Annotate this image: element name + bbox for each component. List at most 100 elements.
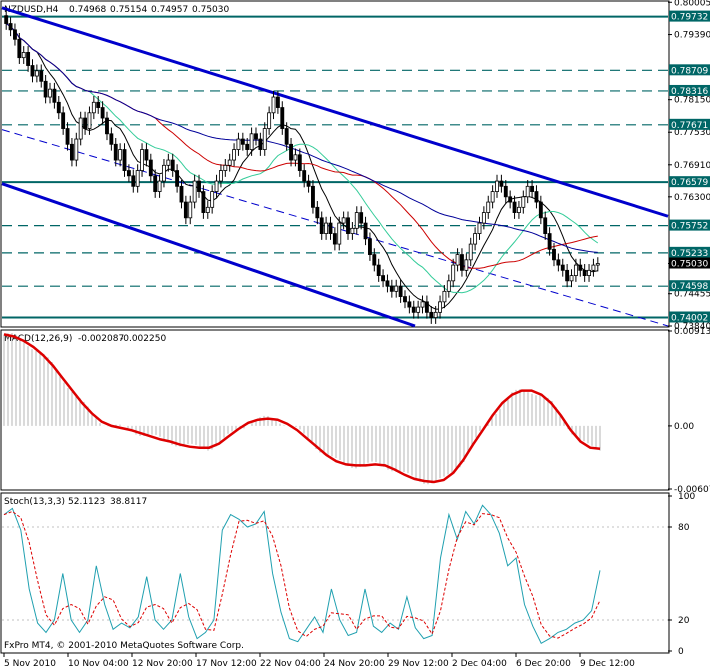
candle-body — [442, 290, 447, 303]
level-price-label: 0.74598 — [671, 282, 708, 292]
candle-body — [179, 185, 184, 203]
candle-body — [499, 180, 504, 187]
candle-body — [144, 149, 149, 161]
candle-body — [534, 191, 539, 203]
candle-body — [188, 201, 193, 219]
time-tick-label: 17 Nov 12:00 — [196, 659, 257, 669]
candle-body — [372, 254, 377, 266]
candle-body — [346, 217, 350, 234]
stoch-panel-frame — [0, 492, 670, 654]
candle-body — [100, 107, 105, 119]
candle-body — [302, 170, 307, 182]
time-tick-label: 29 Nov 12:00 — [388, 659, 449, 669]
candle-body — [218, 170, 223, 182]
candle-body — [240, 138, 245, 145]
candle-body — [13, 29, 17, 40]
time-tick-label: 24 Nov 20:00 — [324, 659, 385, 669]
candle-body — [367, 238, 372, 255]
candle-body — [293, 154, 298, 161]
footer-copyright: FxPro MT4, © 2001-2010 MetaQuotes Softwa… — [4, 641, 244, 651]
candle-body — [262, 128, 267, 150]
main-ohlc-low: 0.74957 — [151, 5, 188, 15]
candle-body — [341, 217, 346, 224]
candle-body — [477, 222, 482, 234]
candle-body — [420, 301, 425, 308]
main-ohlc-open: 0.74968 — [69, 5, 106, 15]
candle-body — [569, 275, 574, 282]
candle-body — [587, 269, 591, 276]
candle-body — [113, 143, 118, 161]
candle-body — [508, 196, 513, 203]
price-tick-label: 0.76910 — [674, 161, 710, 171]
candle-body — [30, 65, 35, 77]
macd-tick-label: 0.00 — [674, 422, 694, 432]
candle-body — [223, 164, 228, 171]
macd-value-2: -0.002250 — [120, 334, 166, 344]
candle-body — [210, 191, 215, 208]
candle-body — [337, 222, 342, 245]
candle-body — [455, 254, 460, 266]
time-tick-label: 2 Dec 04:00 — [452, 659, 507, 669]
trading-chart: NZDUSD,H4 0.74968 0.75154 0.74957 0.7503… — [0, 0, 710, 669]
candle-body — [595, 263, 600, 266]
level-price-label: 0.78316 — [671, 87, 708, 97]
candle-body — [403, 296, 407, 303]
candle-body — [280, 107, 285, 129]
candle-body — [389, 285, 394, 292]
candle-body — [385, 280, 390, 287]
level-price-label: 0.77671 — [671, 121, 708, 131]
candle-body — [359, 212, 364, 224]
time-tick-label: 22 Nov 04:00 — [260, 659, 321, 669]
candle-body — [363, 222, 368, 240]
candle-body — [398, 285, 403, 297]
candle-body — [39, 70, 44, 82]
candle-body — [446, 280, 451, 292]
candle-body — [245, 143, 250, 150]
candle-body — [516, 206, 521, 213]
main-ohlc-close: 0.75030 — [192, 5, 229, 15]
main-panel: NZDUSD,H4 0.74968 0.75154 0.74957 0.7503… — [0, 0, 710, 332]
candle-body — [490, 191, 495, 203]
stoch-tick-label: 0 — [678, 647, 684, 657]
candle-body — [254, 133, 258, 140]
candle-body — [306, 180, 311, 187]
stoch-value-1: 52.1123 — [68, 497, 105, 507]
candle-body — [376, 264, 381, 276]
candle-body — [525, 185, 530, 198]
candle-body — [183, 201, 188, 219]
candle-body — [34, 70, 39, 77]
candle-body — [556, 259, 561, 266]
candle-body — [192, 180, 197, 203]
time-axis: 5 Nov 2010 10 Nov 04:00 12 Nov 20:00 17 Nov… — [3, 653, 635, 669]
stoch-title: Stoch(13,3,3) — [4, 497, 65, 507]
candle-body — [26, 52, 31, 66]
time-tick-label: 12 Nov 20:00 — [132, 659, 193, 669]
price-tick-label: 0.80005 — [674, 0, 710, 8]
candle-body — [591, 264, 596, 271]
candle-body — [43, 80, 48, 98]
candle-body — [538, 201, 543, 219]
candle-body — [560, 264, 565, 271]
candle-body — [126, 170, 131, 177]
candle-body — [249, 133, 254, 150]
candle-body — [350, 227, 355, 234]
candle-body — [170, 159, 175, 171]
macd-tick-label: 0.00913 — [674, 327, 710, 337]
candle-body — [175, 170, 180, 187]
candle-body — [416, 306, 421, 313]
candle-body — [438, 301, 442, 313]
candle-body — [162, 164, 166, 182]
candle-body — [552, 248, 556, 261]
candle-body — [205, 206, 210, 213]
candle-body — [232, 149, 237, 161]
candle-body — [69, 143, 74, 161]
candle-body — [464, 259, 469, 271]
macd-panel-frame — [0, 329, 670, 491]
candle-body — [48, 88, 52, 98]
candle-body — [468, 243, 473, 261]
candle-body — [451, 264, 456, 282]
level-price-label: 0.78709 — [671, 66, 708, 76]
candle-body — [157, 180, 162, 192]
candle-body — [271, 96, 276, 114]
candle-body — [214, 180, 219, 192]
